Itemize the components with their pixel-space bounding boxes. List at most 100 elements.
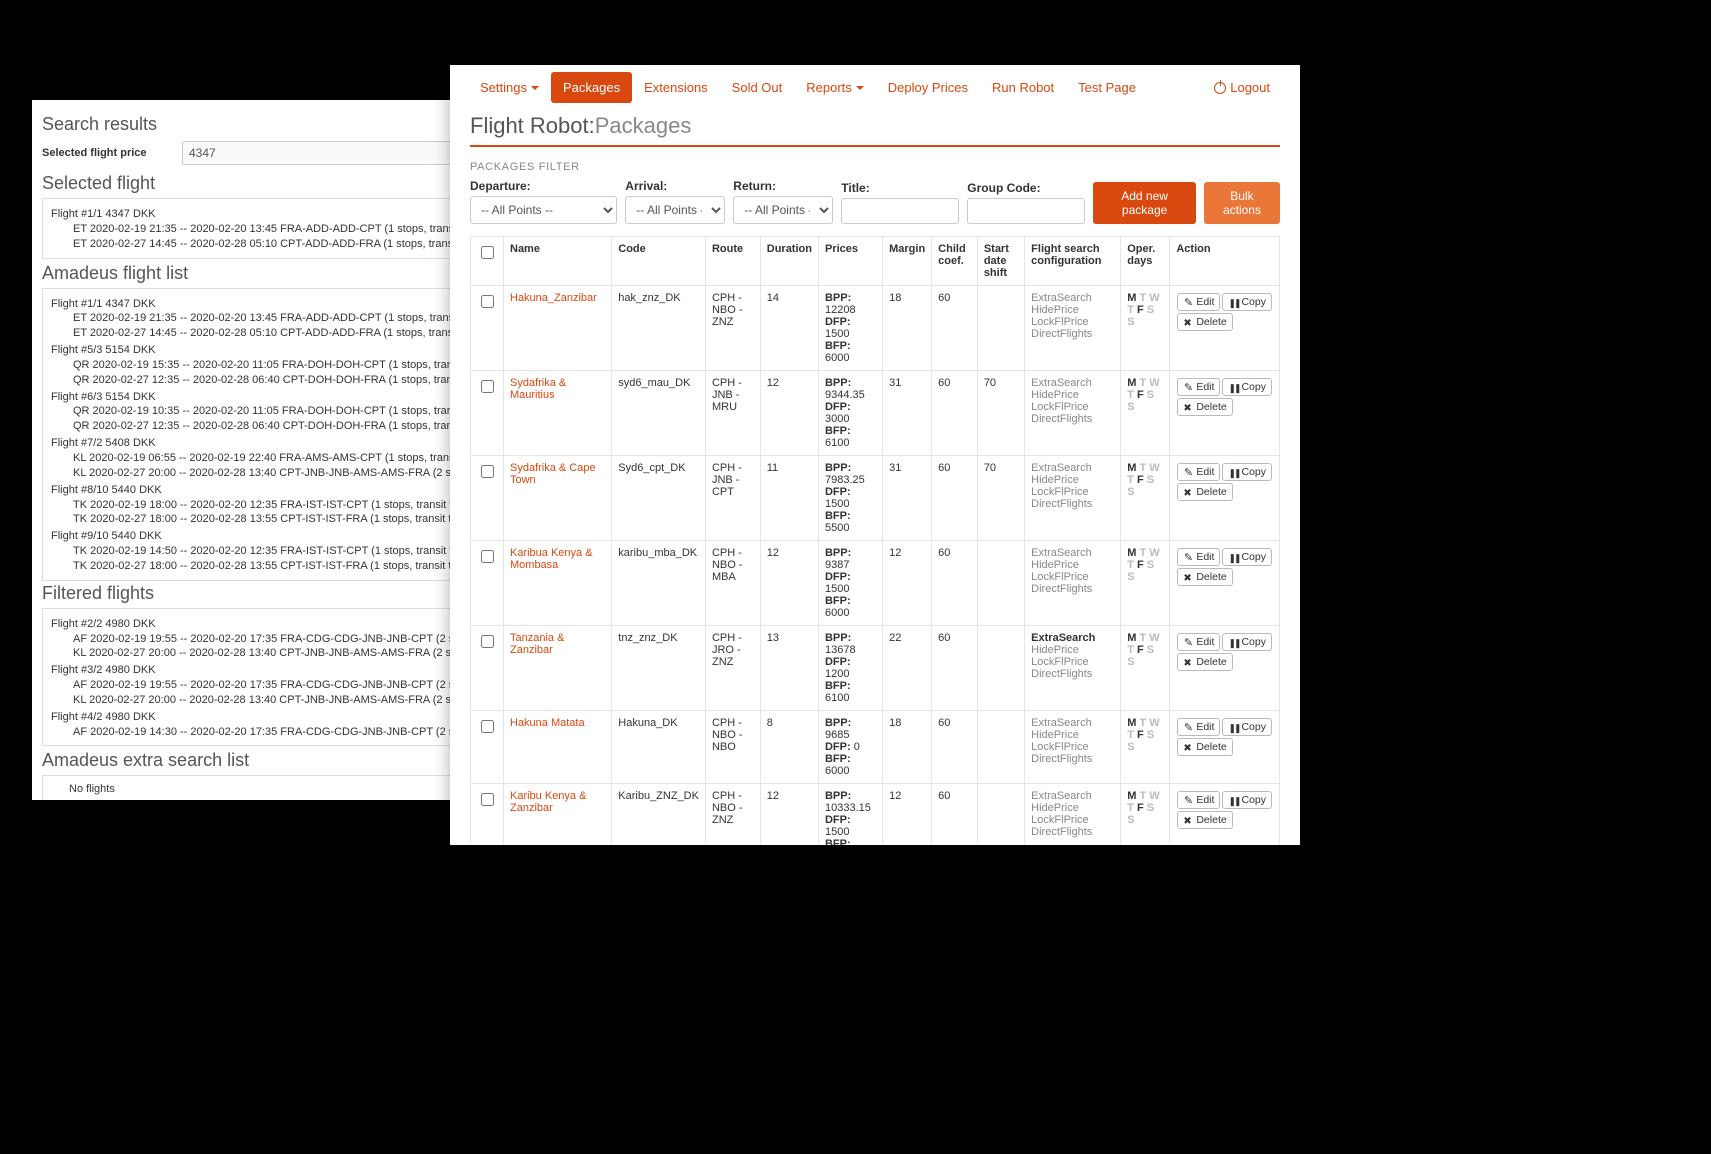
nav-reports[interactable]: Reports: [794, 72, 876, 103]
cell-margin: 31: [883, 371, 932, 456]
delete-button[interactable]: Delete: [1177, 313, 1232, 331]
nav-extensions[interactable]: Extensions: [632, 72, 720, 103]
row-checkbox[interactable]: [481, 550, 494, 563]
delete-button[interactable]: Delete: [1177, 653, 1232, 671]
row-checkbox[interactable]: [481, 720, 494, 733]
header-code[interactable]: Code: [612, 237, 706, 286]
header-route[interactable]: Route: [705, 237, 760, 286]
flight-head: Flight #1/1 4347 DKK: [51, 207, 443, 222]
header-child[interactable]: Child coef.: [932, 237, 978, 286]
cell-days: M T W T F S S: [1121, 711, 1170, 784]
delete-button[interactable]: Delete: [1177, 483, 1232, 501]
row-checkbox[interactable]: [481, 295, 494, 308]
header-days[interactable]: Oper. days: [1121, 237, 1170, 286]
cell-code: Karibu_ZNZ_DK: [612, 784, 706, 846]
day-letter: W: [1149, 717, 1159, 729]
copy-button[interactable]: Copy: [1222, 791, 1272, 809]
cell-route: CPH - NBO - NBO: [705, 711, 760, 784]
edit-button[interactable]: Edit: [1177, 463, 1220, 481]
select-all-checkbox[interactable]: [481, 246, 494, 259]
nav-soldout[interactable]: Sold Out: [720, 72, 795, 103]
delete-button[interactable]: Delete: [1177, 738, 1232, 756]
pencil-icon: [1181, 465, 1195, 479]
edit-button[interactable]: Edit: [1177, 633, 1220, 651]
conf-option: ExtraSearch: [1031, 547, 1114, 559]
filter-arrival-select[interactable]: -- All Points --: [625, 196, 725, 224]
cell-child: 60: [932, 371, 978, 456]
header-prices[interactable]: Prices: [818, 237, 882, 286]
add-package-button[interactable]: Add new package: [1093, 182, 1196, 224]
header-shift[interactable]: Start date shift: [977, 237, 1024, 286]
cell-route: CPH - JNB - CPT: [705, 456, 760, 541]
edit-button[interactable]: Edit: [1177, 718, 1220, 736]
nav-packages[interactable]: Packages: [551, 72, 632, 103]
amadeus-list-box[interactable]: Flight #1/1 4347 DKKET 2020-02-19 21:35 …: [42, 288, 452, 581]
row-checkbox[interactable]: [481, 635, 494, 648]
nav-settings[interactable]: Settings: [468, 72, 551, 103]
cell-margin: 12: [883, 784, 932, 846]
flight-segment: TK 2020-02-19 14:50 -- 2020-02-20 12:35 …: [51, 544, 443, 559]
package-name-link[interactable]: Hakuna Matata: [510, 717, 585, 729]
day-letter: S: [1147, 304, 1154, 316]
cell-child: 60: [932, 456, 978, 541]
conf-option: LockFlPrice: [1031, 571, 1114, 583]
package-name-link[interactable]: Karibua Kenya & Mombasa: [510, 547, 593, 571]
cell-child: 60: [932, 626, 978, 711]
edit-button[interactable]: Edit: [1177, 293, 1220, 311]
edit-button[interactable]: Edit: [1177, 378, 1220, 396]
cell-shift: [977, 541, 1024, 626]
row-checkbox[interactable]: [481, 380, 494, 393]
edit-button[interactable]: Edit: [1177, 548, 1220, 566]
day-letter: T: [1139, 377, 1149, 389]
package-name-link[interactable]: Sydafrika & Mauritius: [510, 377, 566, 401]
day-letter: T: [1127, 474, 1137, 486]
delete-button[interactable]: Delete: [1177, 398, 1232, 416]
row-checkbox[interactable]: [481, 793, 494, 806]
filtered-flights-title: Filtered flights: [42, 583, 452, 604]
copy-button[interactable]: Copy: [1222, 378, 1272, 396]
package-name-link[interactable]: Sydafrika & Cape Town: [510, 462, 596, 486]
flight-head: Flight #5/3 5154 DKK: [51, 343, 443, 358]
filter-title-input[interactable]: [841, 198, 959, 224]
header-duration[interactable]: Duration: [760, 237, 818, 286]
flight-segment: AF 2020-02-19 14:30 -- 2020-02-20 17:35 …: [51, 725, 443, 740]
bulk-actions-button[interactable]: Bulk actions: [1204, 182, 1280, 224]
cell-days: M T W T F S S: [1121, 626, 1170, 711]
header-margin[interactable]: Margin: [883, 237, 932, 286]
day-letter: F: [1137, 802, 1147, 814]
filter-departure-select[interactable]: -- All Points --: [470, 196, 617, 224]
conf-option: HidePrice: [1031, 802, 1114, 814]
package-name-link[interactable]: Tanzania & Zanzibar: [510, 632, 564, 656]
cell-actions: EditCopy Delete: [1170, 286, 1280, 371]
copy-button[interactable]: Copy: [1222, 718, 1272, 736]
nav-deploy[interactable]: Deploy Prices: [876, 72, 980, 103]
copy-button[interactable]: Copy: [1222, 293, 1272, 311]
filtered-flights-box[interactable]: Flight #2/2 4980 DKKAF 2020-02-19 19:55 …: [42, 608, 452, 747]
flight-segment: QR 2020-02-27 12:35 -- 2020-02-28 06:40 …: [51, 373, 443, 388]
edit-button[interactable]: Edit: [1177, 791, 1220, 809]
flight-segment: TK 2020-02-27 18:00 -- 2020-02-28 13:55 …: [51, 512, 443, 527]
table-row: Tanzania & Zanzibartnz_znz_DKCPH - JRO -…: [471, 626, 1280, 711]
nav-runrobot[interactable]: Run Robot: [980, 72, 1066, 103]
package-name-link[interactable]: Hakuna_Zanzibar: [510, 292, 597, 304]
flight-head: Flight #2/2 4980 DKK: [51, 617, 443, 632]
selected-price-input[interactable]: [182, 141, 452, 165]
row-checkbox[interactable]: [481, 465, 494, 478]
delete-button[interactable]: Delete: [1177, 568, 1232, 586]
delete-button[interactable]: Delete: [1177, 811, 1232, 829]
filter-group-input[interactable]: [967, 198, 1085, 224]
day-letter: F: [1137, 474, 1147, 486]
copy-button[interactable]: Copy: [1222, 548, 1272, 566]
header-name[interactable]: Name: [504, 237, 612, 286]
filter-title-label: Title:: [841, 181, 959, 195]
nav-testpage[interactable]: Test Page: [1066, 72, 1148, 103]
header-conf[interactable]: Flight search configuration: [1025, 237, 1121, 286]
conf-option: ExtraSearch: [1031, 790, 1114, 802]
cell-child: 60: [932, 286, 978, 371]
flight-segment: ET 2020-02-19 21:35 -- 2020-02-20 13:45 …: [51, 311, 443, 326]
package-name-link[interactable]: Karibu Kenya & Zanzibar: [510, 790, 586, 814]
nav-logout[interactable]: Logout: [1202, 72, 1282, 103]
filter-return-select[interactable]: -- All Points --: [733, 196, 833, 224]
copy-button[interactable]: Copy: [1222, 463, 1272, 481]
copy-button[interactable]: Copy: [1222, 633, 1272, 651]
